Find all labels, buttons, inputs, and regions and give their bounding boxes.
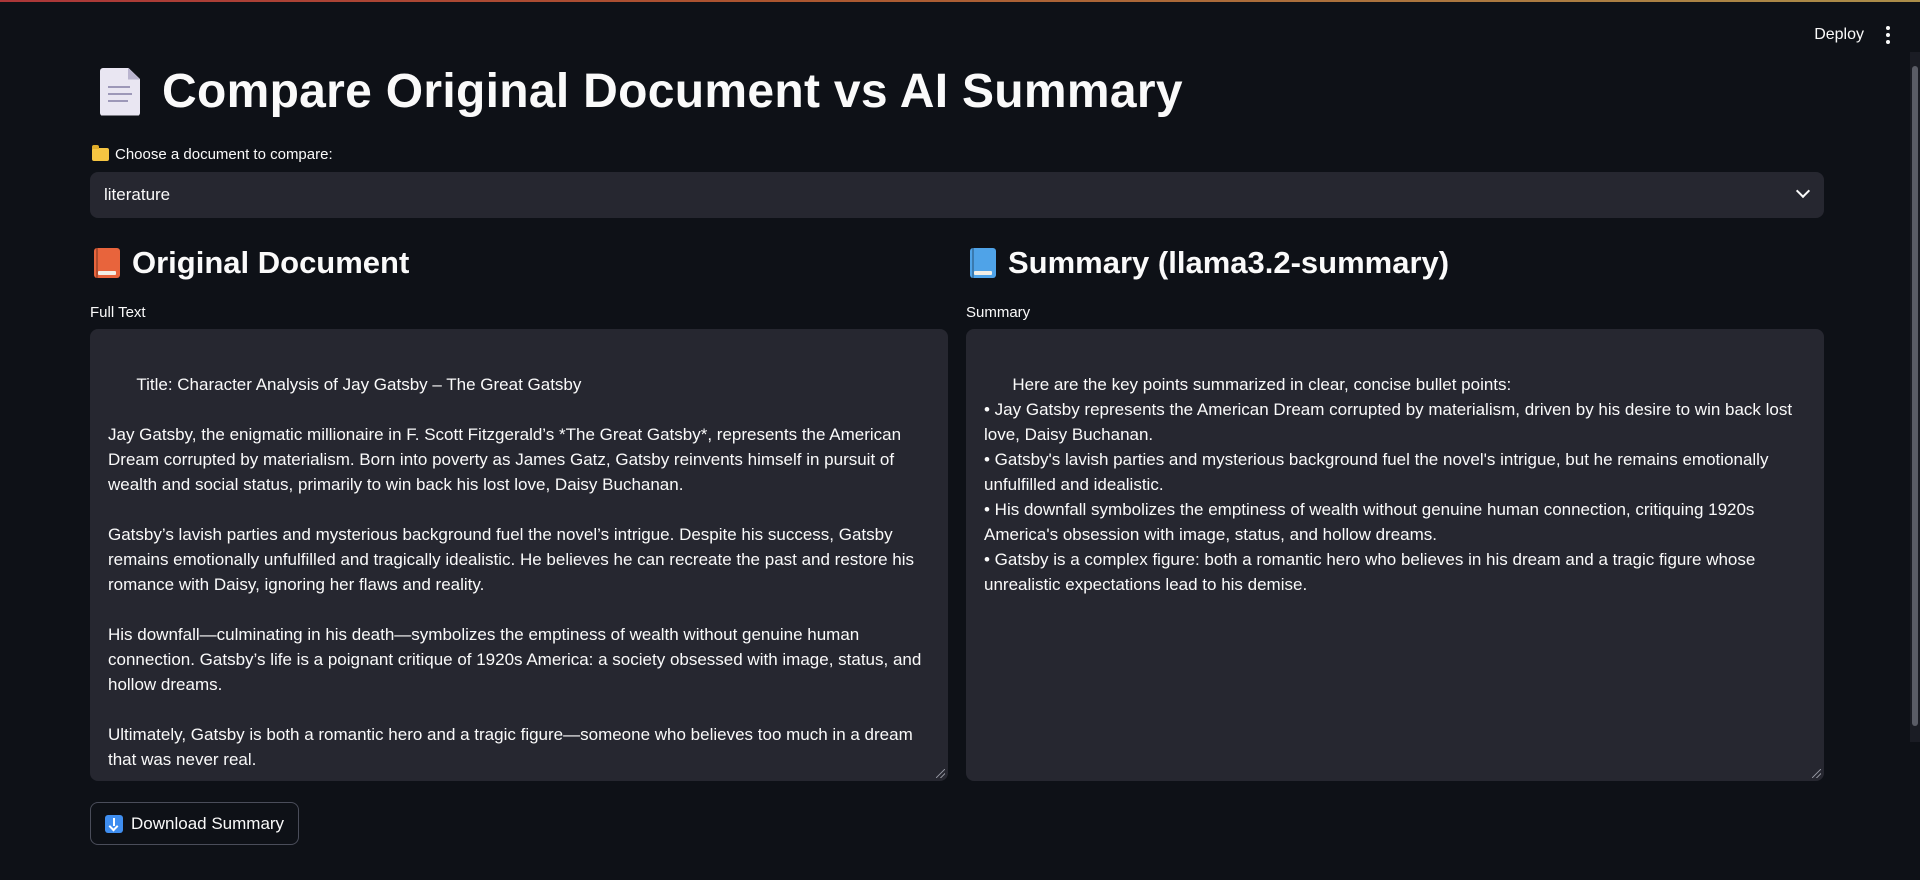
original-heading-text: Original Document: [132, 245, 410, 280]
folder-icon: [92, 145, 109, 161]
download-arrow-icon: [105, 814, 123, 833]
summary-heading: Summary (llama3.2-summary): [970, 238, 1824, 288]
scrollbar-thumb[interactable]: [1912, 66, 1918, 726]
summary-text-area[interactable]: Here are the key points summarized in cl…: [966, 329, 1824, 781]
selector-label-text: Choose a document to compare:: [115, 146, 333, 163]
deploy-button[interactable]: Deploy: [1814, 26, 1864, 44]
page-title-text: Compare Original Document vs AI Summary: [162, 65, 1183, 118]
resize-handle-icon[interactable]: [1812, 769, 1821, 778]
header-actions: Deploy: [1814, 22, 1896, 48]
top-decoration-bar: [0, 0, 1920, 10]
chevron-down-icon: [1795, 183, 1811, 199]
blue-book-icon: [970, 248, 996, 278]
original-column: Original Document Full Text Title: Chara…: [90, 238, 948, 781]
original-heading: Original Document: [94, 238, 948, 288]
page-scrollbar[interactable]: [1910, 52, 1920, 742]
orange-book-icon: [94, 248, 120, 278]
main-menu-icon[interactable]: [1880, 22, 1896, 48]
download-summary-label: Download Summary: [131, 813, 285, 833]
document-select-value: literature: [104, 185, 171, 204]
summary-text-content: Here are the key points summarized in cl…: [984, 375, 1793, 594]
full-text-label: Full Text: [90, 304, 146, 321]
selector-label: Choose a document to compare:: [92, 145, 333, 163]
full-text-area[interactable]: Title: Character Analysis of Jay Gatsby …: [90, 329, 948, 781]
resize-handle-icon[interactable]: [936, 769, 945, 778]
full-text-content: Title: Character Analysis of Jay Gatsby …: [108, 375, 922, 769]
document-select[interactable]: literature: [90, 172, 1824, 218]
download-summary-button[interactable]: Download Summary: [90, 802, 300, 845]
summary-label: Summary: [966, 304, 1031, 321]
document-icon: [100, 67, 140, 116]
summary-column: Summary (llama3.2-summary) Summary Here …: [966, 238, 1824, 781]
page-title: Compare Original Document vs AI Summary: [100, 64, 1183, 119]
summary-heading-text: Summary (llama3.2-summary): [1008, 245, 1450, 280]
